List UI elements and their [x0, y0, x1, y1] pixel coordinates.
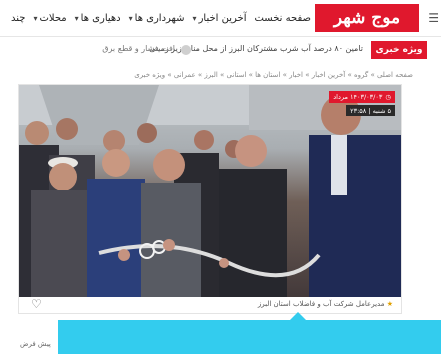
- share-label: پیش فرض: [20, 340, 51, 348]
- article-time-badge: ۵ شنبه | ۲۳:۵۸: [346, 105, 395, 116]
- article-photo[interactable]: ◷ ۱۴۰۳/۰۳/۰۳ مرداد ۵ شنبه | ۲۳:۵۸: [19, 85, 401, 297]
- tag-star-icon: ★: [386, 300, 393, 308]
- breaking-news-label: ویژه خبری: [371, 41, 427, 59]
- breadcrumb[interactable]: صفحه اصلی » گروه » آخرین اخبار » اخبار »…: [134, 71, 413, 79]
- heart-icon[interactable]: ♡: [31, 297, 42, 311]
- main-nav: صفحه نخست آخرین اخبار ▾ شهرداری ها ▾ دهیار…: [11, 0, 311, 36]
- overlay-panel: [58, 320, 441, 354]
- nav-item-more[interactable]: چند: [11, 13, 25, 24]
- article-card[interactable]: ◷ ۱۴۰۳/۰۳/۰۳ مرداد ۵ شنبه | ۲۳:۵۸ ★ مدیر…: [18, 84, 402, 314]
- nav-item-latest-news[interactable]: آخرین اخبار ▾: [193, 13, 247, 24]
- nav-item-neighborhoods[interactable]: محلات ▾: [33, 13, 66, 24]
- chevron-down-icon: ▾: [33, 13, 38, 23]
- chevron-down-icon: ▾: [128, 13, 133, 23]
- article-footer: ★ مدیرعامل شرکت آب و فاضلاب استان البرز …: [19, 297, 401, 313]
- article-date-badge: ◷ ۱۴۰۳/۰۳/۰۳ مرداد: [329, 91, 395, 103]
- breaking-news-bar: ویژه خبری تامین ۸۰ درصد آب شرب مشترکان ا…: [0, 39, 441, 61]
- chevron-down-icon: ▾: [74, 13, 79, 23]
- site-logo[interactable]: موج شهر: [315, 4, 419, 32]
- ribbon-cutting-photo-illustration: [19, 85, 401, 297]
- chevron-down-icon: ▾: [192, 13, 197, 23]
- clock-icon: ◷: [385, 93, 391, 101]
- top-navigation-bar: موج شهر صفحه نخست آخرین اخبار ▾ شهرداری ه…: [0, 0, 441, 37]
- nav-item-municipalities[interactable]: شهرداری ها ▾: [129, 13, 185, 24]
- article-tags[interactable]: ★ مدیرعامل شرکت آب و فاضلاب استان البرز: [258, 300, 393, 308]
- menu-icon[interactable]: ☰: [428, 11, 439, 25]
- breaking-headline-secondary[interactable]: افت فشار و قطع برق: [102, 44, 175, 53]
- nav-item-village-councils[interactable]: دهیاری ها ▾: [75, 13, 121, 24]
- separator-dot-icon: [181, 45, 191, 55]
- nav-item-home[interactable]: صفحه نخست: [254, 13, 311, 24]
